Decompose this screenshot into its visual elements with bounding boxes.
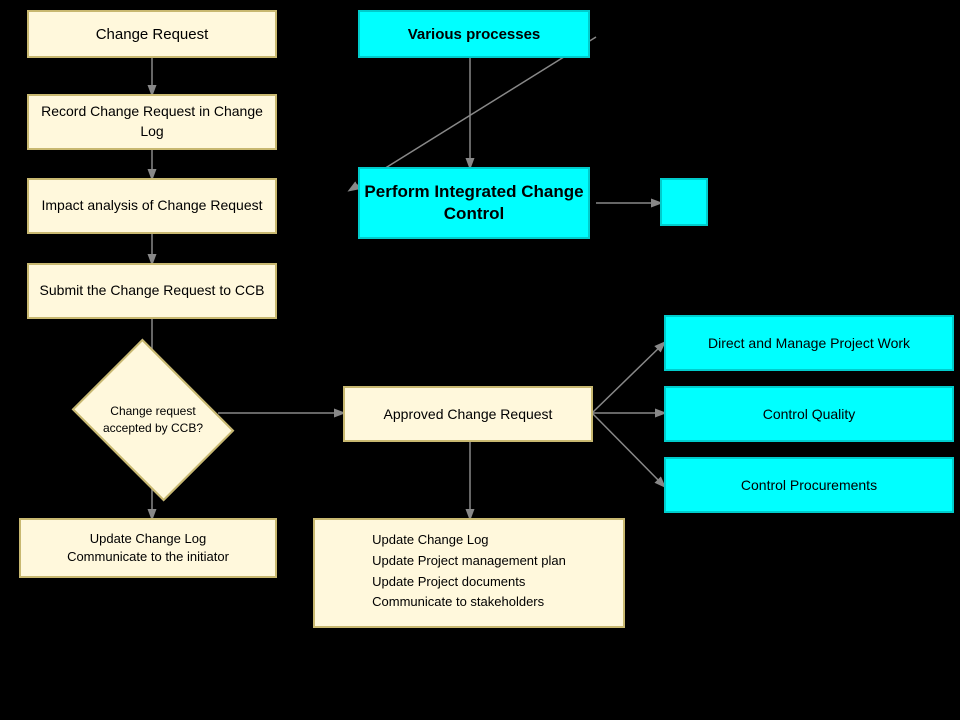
update-reject-box: Update Change Log Communicate to the ini… [19, 518, 277, 578]
change-request-box: Change Request [27, 10, 277, 58]
update-approve-box: Update Change Log Update Project managem… [313, 518, 625, 628]
small-cyan-box [660, 178, 708, 226]
submit-ccb-box: Submit the Change Request to CCB [27, 263, 277, 319]
control-quality-box: Control Quality [664, 386, 954, 442]
impact-analysis-box: Impact analysis of Change Request [27, 178, 277, 234]
record-change-log-box: Record Change Request in Change Log [27, 94, 277, 150]
perform-integrated-box: Perform Integrated Change Control [358, 167, 590, 239]
decision-diamond: Change request accepted by CCB? [88, 370, 218, 470]
direct-manage-box: Direct and Manage Project Work [664, 315, 954, 371]
various-processes-box: Various processes [358, 10, 590, 58]
control-procurements-box: Control Procurements [664, 457, 954, 513]
approved-change-box: Approved Change Request [343, 386, 593, 442]
